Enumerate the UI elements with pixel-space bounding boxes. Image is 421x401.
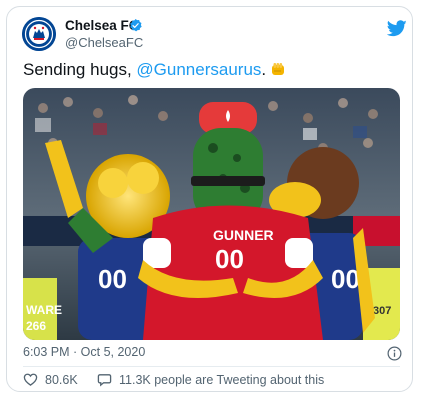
verified-badge-icon: [130, 18, 142, 32]
oncoming-fist-emoji-icon: [272, 63, 285, 75]
divider: [23, 366, 400, 367]
mention-link[interactable]: @Gunnersaurus: [136, 60, 261, 79]
likes-count: 80.6K: [45, 372, 78, 387]
mascots-group-hug-photo: WARE 266 307 00 00 GUNNER 00: [23, 88, 400, 340]
right-mascot-number: 00: [331, 264, 360, 294]
banner-text-right: 307: [373, 305, 391, 317]
tweet-text-prefix: Sending hugs,: [23, 60, 137, 79]
left-mascot-number: 00: [98, 264, 127, 294]
speech-bubble-icon: [97, 374, 112, 387]
banner-text-left: WARE: [26, 303, 62, 317]
avatar[interactable]: [22, 17, 56, 51]
banner-text-left-2: 266: [26, 319, 46, 333]
heart-icon: [23, 373, 38, 386]
conversation-text: 11.3K people are Tweeting about this: [119, 372, 325, 387]
info-icon[interactable]: [387, 346, 402, 361]
back-print-name: GUNNER: [213, 227, 274, 243]
back-print-number: 00: [215, 244, 244, 274]
tweet-text: Sending hugs, @Gunnersaurus.: [23, 60, 286, 80]
chelsea-crest-icon: [22, 17, 56, 51]
tweet-timestamp[interactable]: 6:03 PM · Oct 5, 2020: [23, 345, 145, 359]
tweet-text-suffix: .: [261, 60, 267, 79]
conversation-link[interactable]: 11.3K people are Tweeting about this: [97, 372, 324, 387]
tweet-card[interactable]: Chelsea FC @ChelseaFC Sending hugs, @Gun…: [6, 6, 413, 392]
author-handle[interactable]: @ChelseaFC: [65, 35, 143, 50]
twitter-bird-icon[interactable]: [387, 20, 407, 37]
tweet-photo[interactable]: WARE 266 307 00 00 GUNNER 00: [23, 88, 400, 340]
like-button[interactable]: 80.6K: [23, 372, 78, 387]
